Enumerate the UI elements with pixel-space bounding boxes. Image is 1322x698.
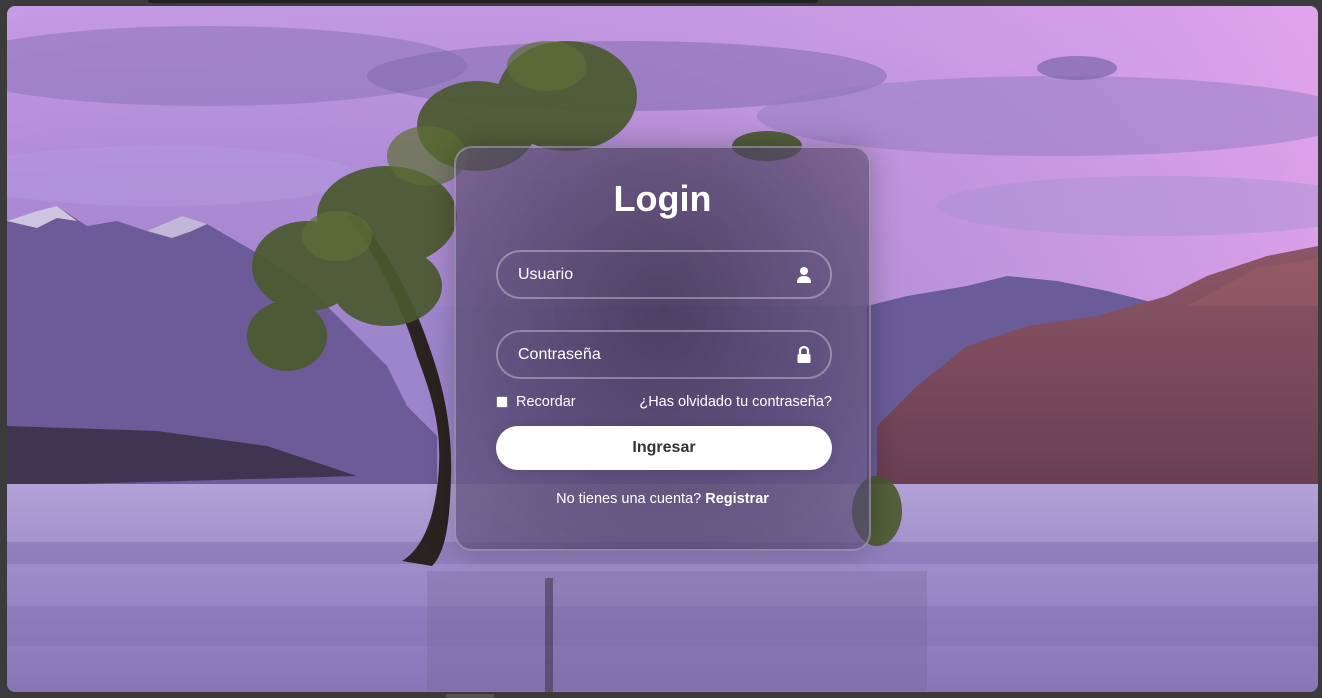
register-row: No tienes una cuenta? Registrar xyxy=(456,491,869,507)
remember-label: Recordar xyxy=(516,394,576,410)
password-input[interactable] xyxy=(498,332,830,377)
username-field-wrapper xyxy=(496,250,832,299)
window-bottom-edge xyxy=(446,694,494,698)
lock-icon xyxy=(797,346,811,363)
user-icon xyxy=(797,267,811,283)
password-field-wrapper xyxy=(496,330,832,379)
remember-row: Recordar ¿Has olvidado tu contraseña? xyxy=(496,394,832,412)
login-card: Login Recordar ¿Has olvidado tu contrase… xyxy=(454,146,871,551)
remember-me-checkbox[interactable]: Recordar xyxy=(496,394,576,410)
register-link[interactable]: Registrar xyxy=(705,491,769,507)
login-submit-button[interactable]: Ingresar xyxy=(496,426,832,470)
browser-viewport: Login Recordar ¿Has olvidado tu contrase… xyxy=(7,6,1318,692)
register-prompt: No tienes una cuenta? xyxy=(556,491,706,507)
window-top-edge xyxy=(148,0,818,3)
username-input[interactable] xyxy=(498,252,830,297)
login-title: Login xyxy=(613,178,712,219)
forgot-password-link[interactable]: ¿Has olvidado tu contraseña? xyxy=(639,394,832,410)
checkbox-box[interactable] xyxy=(496,396,508,408)
